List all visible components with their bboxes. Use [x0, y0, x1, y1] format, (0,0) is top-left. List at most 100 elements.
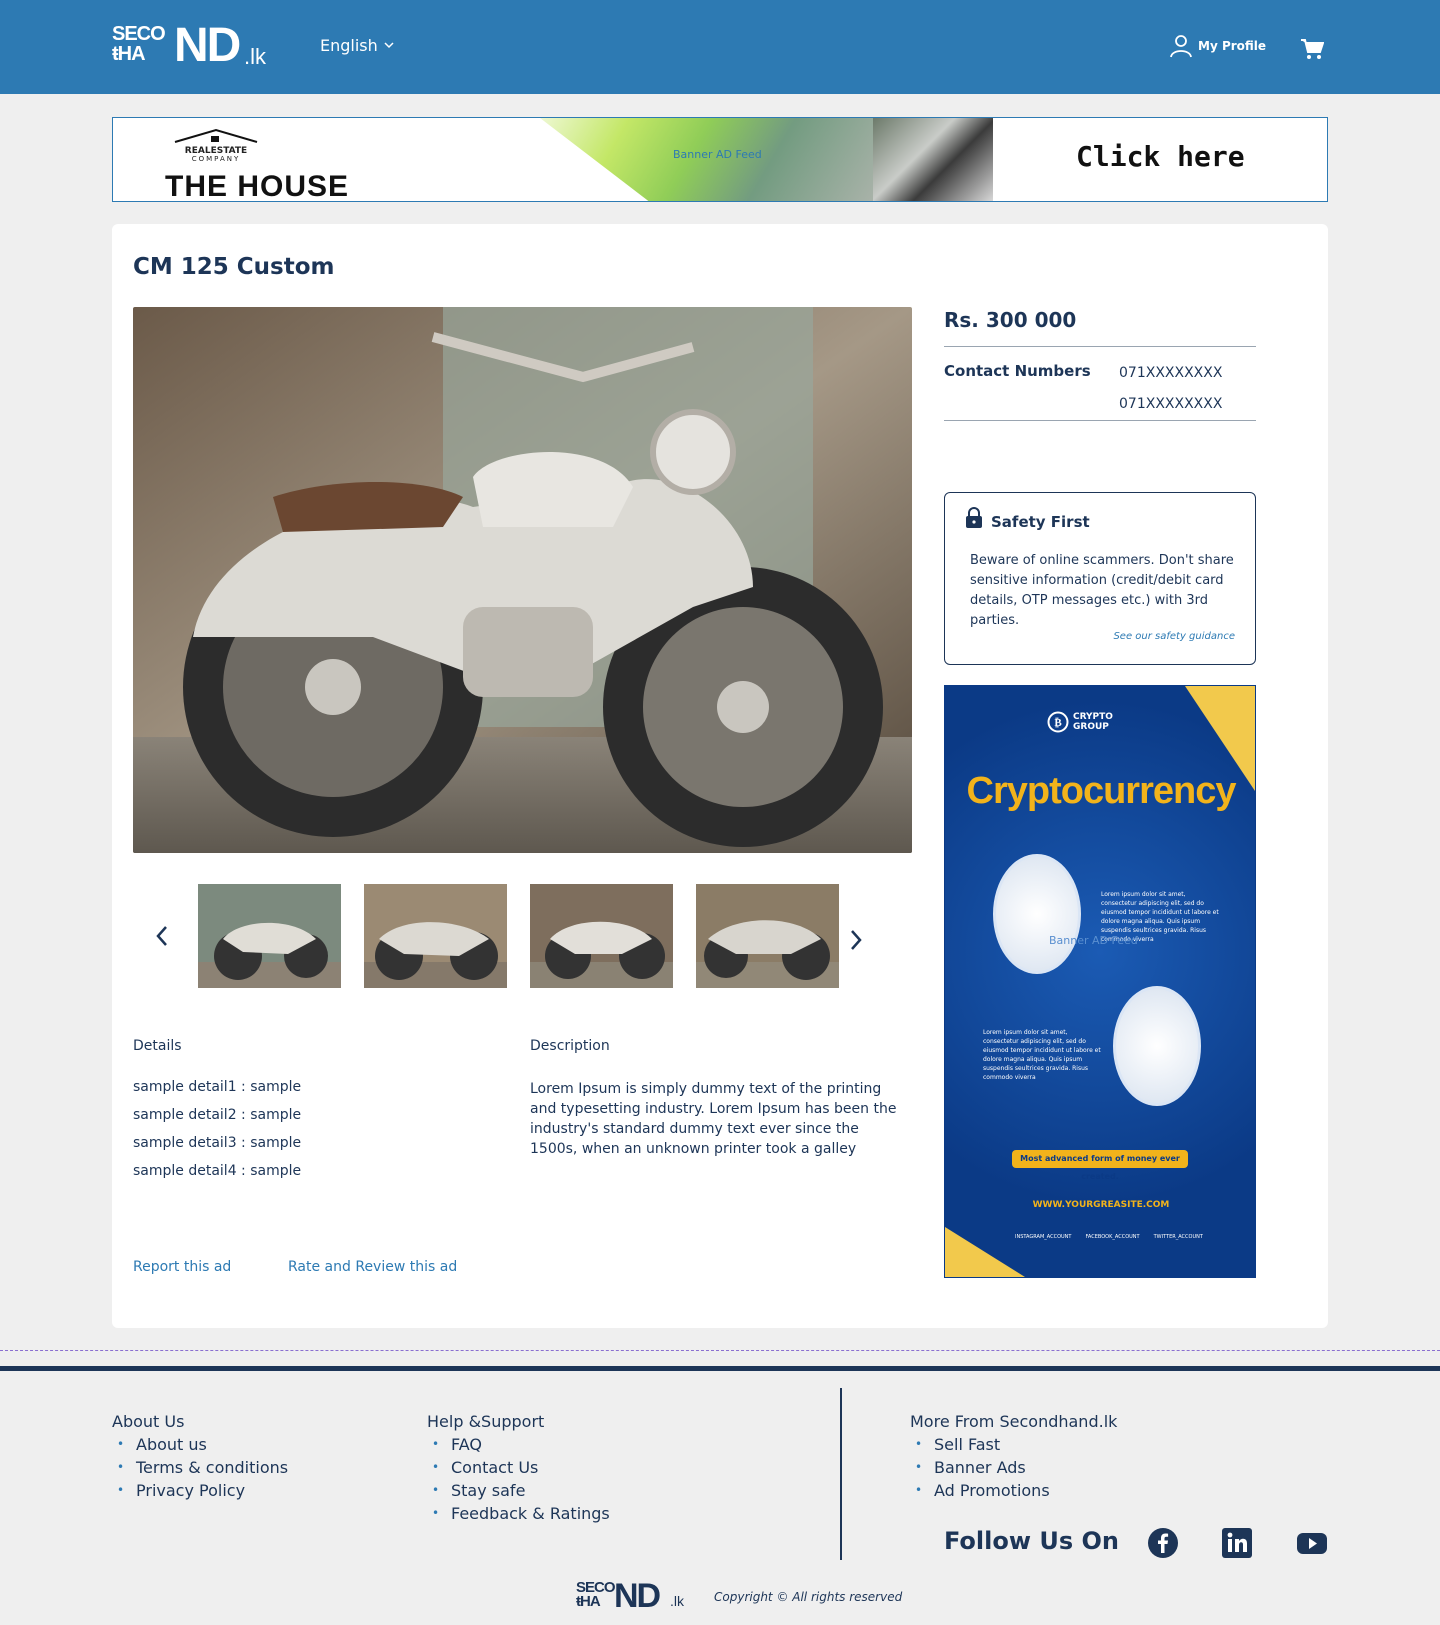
logo-top-text: SECO [112, 23, 166, 45]
crypto-social-item: FACEBOOK_ACCOUNT [1085, 1234, 1140, 1240]
crypto-brand-line2: GROUP [1073, 722, 1109, 732]
carousel-prev-button[interactable] [155, 924, 169, 954]
detail-row: sample detail4 : sample [133, 1163, 302, 1179]
cart-button[interactable] [1300, 38, 1325, 64]
thumbnail-4[interactable] [696, 884, 839, 988]
listing-title: CM 125 Custom [133, 254, 335, 280]
thumbnail-photo [364, 884, 507, 988]
safety-box: Safety First Beware of online scammers. … [944, 492, 1256, 665]
detail-row: sample detail3 : sample [133, 1135, 302, 1151]
banner-photo [873, 118, 993, 201]
footer-more-heading: More From Secondhand.lk [910, 1412, 1118, 1431]
thumbnail-2[interactable] [364, 884, 507, 988]
chevron-right-icon [851, 930, 862, 950]
safety-guidance-link[interactable]: See our safety guidance [1113, 631, 1235, 642]
footer-link[interactable]: Terms & conditions [117, 1458, 288, 1477]
side-banner-ad[interactable]: ₿ CRYPTO GROUP Cryptocurrency Lorem ipsu… [944, 685, 1256, 1278]
contact-numbers-label: Contact Numbers [944, 362, 1091, 380]
logo-bottom-text: ŧHA [112, 43, 146, 65]
chevron-down-icon [384, 42, 394, 49]
phone-number[interactable]: 071XXXXXXXX [1119, 396, 1222, 412]
language-label: English [320, 36, 378, 55]
crypto-tagline: Most advanced form of money ever created… [1012, 1150, 1188, 1181]
footer-link[interactable]: Privacy Policy [117, 1481, 245, 1500]
crypto-social-item: INSTAGRAM_ACCOUNT [1015, 1234, 1072, 1240]
youtube-icon [1297, 1533, 1327, 1554]
linkedin-icon [1222, 1528, 1252, 1558]
gold-corner-decoration [945, 1227, 1025, 1277]
piggy-bank-image [993, 854, 1081, 974]
footer-link[interactable]: Contact Us [432, 1458, 538, 1477]
youtube-link[interactable] [1296, 1528, 1328, 1562]
footer-link[interactable]: Sell Fast [915, 1435, 1000, 1454]
linkedin-link[interactable] [1222, 1528, 1252, 1562]
main-listing-image[interactable] [133, 307, 912, 853]
user-icon [1170, 35, 1192, 58]
rate-review-link[interactable]: Rate and Review this ad [288, 1259, 457, 1275]
phone-number[interactable]: 071XXXXXXXX [1119, 365, 1222, 381]
footer-logo-bottom-text: ŧHA [576, 1593, 601, 1610]
crypto-social-accounts: INSTAGRAM_ACCOUNT FACEBOOK_ACCOUNT TWITT… [1015, 1234, 1203, 1240]
my-profile-label: My Profile [1198, 39, 1267, 53]
report-ad-link[interactable]: Report this ad [133, 1259, 231, 1275]
details-heading: Details [133, 1038, 182, 1054]
footer-link[interactable]: Banner Ads [915, 1458, 1026, 1477]
cart-icon [1301, 39, 1325, 59]
thumbnail-3[interactable] [530, 884, 673, 988]
footer-link[interactable]: FAQ [432, 1435, 482, 1454]
banner-company-line2: COMPANY [191, 155, 241, 163]
footer-logo-suffix: .lk [670, 1593, 684, 1609]
thumbnail-photo [198, 884, 341, 988]
crypto-social-item: TWITTER_ACCOUNT [1153, 1234, 1203, 1240]
top-banner-ad[interactable]: REALESTATE COMPANY THE HOUSE Banner AD F… [112, 117, 1328, 202]
thumbnail-1[interactable] [198, 884, 341, 988]
detail-row: sample detail2 : sample [133, 1107, 302, 1123]
footer-link[interactable]: Ad Promotions [915, 1481, 1050, 1500]
top-header: SECO ŧHA ND .lk English My Profile [0, 0, 1440, 94]
facebook-icon [1148, 1528, 1178, 1558]
footer-help-heading: Help &Support [427, 1412, 545, 1431]
footer-link[interactable]: About us [117, 1435, 207, 1454]
follow-us-label: Follow Us On [944, 1527, 1119, 1555]
language-selector[interactable]: English [320, 36, 394, 55]
my-profile-link[interactable]: My Profile [1170, 34, 1266, 58]
banner-company-logo: REALESTATE COMPANY [173, 128, 259, 163]
logo-suffix: .lk [244, 44, 266, 69]
crypto-brand-line1: CRYPTO [1073, 712, 1113, 722]
footer-top-border [0, 1366, 1440, 1371]
description-heading: Description [530, 1038, 610, 1054]
thumbnail-carousel [133, 884, 912, 988]
footer-vertical-divider [840, 1388, 842, 1560]
lock-icon [966, 507, 982, 528]
footer-link[interactable]: Feedback & Ratings [432, 1504, 610, 1523]
copyright-text: Copyright © All rights reserved [714, 1590, 903, 1604]
crypto-url: WWW.YOURGREASITE.COM [1032, 1200, 1170, 1210]
crypto-brand: ₿ CRYPTO GROUP [1047, 711, 1113, 733]
thumbnail-photo [696, 884, 839, 988]
banner-overlay-text: Banner AD Feed [673, 148, 762, 161]
house-roof-icon [174, 128, 258, 143]
logo-big-text: ND [174, 19, 241, 72]
footer-logo-big-text: ND [614, 1577, 661, 1615]
dashed-divider [0, 1350, 1440, 1351]
banner-headline: THE HOUSE [165, 170, 350, 202]
divider [944, 346, 1256, 347]
safety-heading: Safety First [991, 513, 1090, 531]
crypto-overlay-text: Banner AD Feed [1049, 934, 1138, 947]
svg-text:₿: ₿ [1054, 716, 1062, 729]
footer-about-heading: About Us [112, 1412, 185, 1431]
crypto-lorem: Lorem ipsum dolor sit amet, consectetur … [983, 1029, 1101, 1081]
facebook-link[interactable] [1148, 1528, 1178, 1562]
chevron-left-icon [156, 926, 167, 946]
banner-cta[interactable]: Click here [1076, 140, 1245, 173]
bitcoin-icon: ₿ [1047, 711, 1069, 733]
listing-price: Rs. 300 000 [944, 308, 1077, 332]
description-text: Lorem Ipsum is simply dummy text of the … [530, 1081, 897, 1157]
footer-link[interactable]: Stay safe [432, 1481, 526, 1500]
safety-text: Beware of online scammers. Don't share s… [970, 553, 1234, 628]
coin-stack-image [1113, 986, 1201, 1106]
carousel-next-button[interactable] [849, 928, 863, 958]
crypto-title: Cryptocurrency [966, 770, 1237, 812]
divider [944, 420, 1256, 421]
detail-row: sample detail1 : sample [133, 1079, 302, 1095]
